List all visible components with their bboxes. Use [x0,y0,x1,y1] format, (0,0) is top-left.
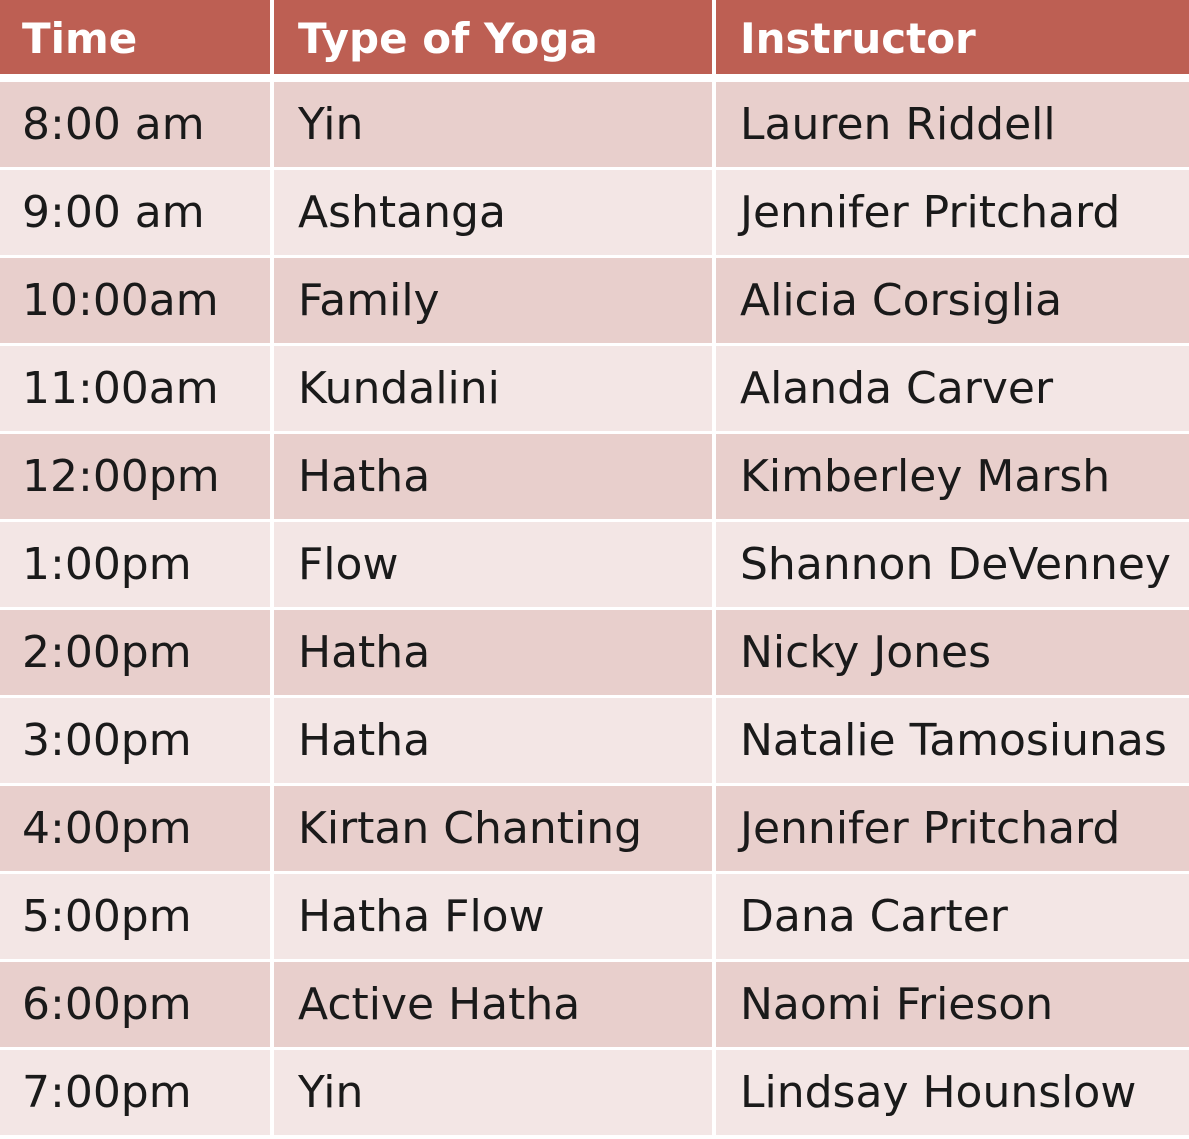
table-cell-instructor: Lauren Riddell [716,82,1189,170]
table-cell-instructor: Alanda Carver [716,346,1189,434]
table-cell-instructor: Lindsay Hounslow [716,1050,1189,1138]
table-cell-instructor: Natalie Tamosiunas [716,698,1189,786]
table-cell-type: Hatha Flow [274,874,716,962]
table-cell-instructor: Jennifer Pritchard [716,170,1189,258]
table-cell-instructor: Dana Carter [716,874,1189,962]
table-cell-type: Hatha [274,434,716,522]
table-cell-time: 1:00pm [0,522,274,610]
table-cell-time: 4:00pm [0,786,274,874]
table-cell-instructor: Alicia Corsiglia [716,258,1189,346]
table-cell-time: 5:00pm [0,874,274,962]
table-cell-time: 11:00am [0,346,274,434]
table-cell-type: Ashtanga [274,170,716,258]
table-cell-time: 12:00pm [0,434,274,522]
table-cell-type: Active Hatha [274,962,716,1050]
column-header-instructor: Instructor [716,0,1189,82]
yoga-schedule-table: Time Type of Yoga Instructor 8:00 am Yin… [0,0,1189,1139]
table-cell-type: Yin [274,1050,716,1138]
table-cell-time: 2:00pm [0,610,274,698]
table-cell-type: Family [274,258,716,346]
table-cell-type: Kundalini [274,346,716,434]
table-cell-type: Hatha [274,610,716,698]
table-cell-time: 6:00pm [0,962,274,1050]
table-cell-type: Kirtan Chanting [274,786,716,874]
table-cell-instructor: Kimberley Marsh [716,434,1189,522]
column-header-time: Time [0,0,274,82]
table-cell-instructor: Shannon DeVenney [716,522,1189,610]
table-cell-type: Flow [274,522,716,610]
table-cell-time: 8:00 am [0,82,274,170]
table-cell-type: Hatha [274,698,716,786]
table-cell-time: 9:00 am [0,170,274,258]
table-cell-time: 3:00pm [0,698,274,786]
table-cell-instructor: Nicky Jones [716,610,1189,698]
table-cell-instructor: Naomi Frieson [716,962,1189,1050]
table-cell-instructor: Jennifer Pritchard [716,786,1189,874]
table-cell-time: 7:00pm [0,1050,274,1138]
table-cell-type: Yin [274,82,716,170]
column-header-type-of-yoga: Type of Yoga [274,0,716,82]
table-cell-time: 10:00am [0,258,274,346]
